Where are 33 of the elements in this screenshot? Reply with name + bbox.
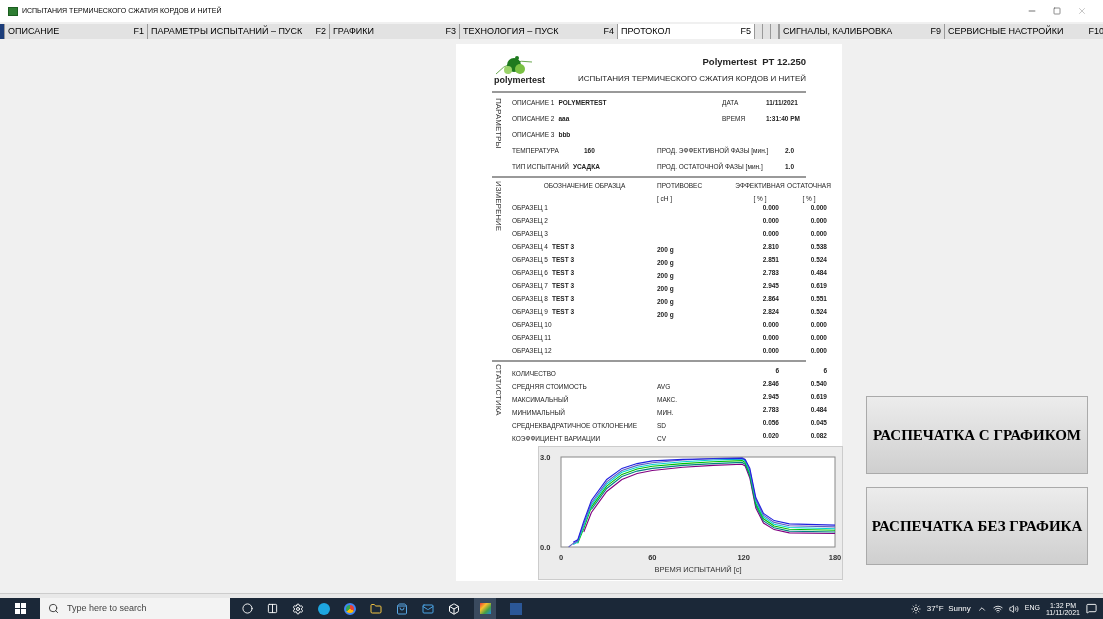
task-view-icon[interactable] xyxy=(267,603,278,614)
weather-icon xyxy=(910,603,921,614)
print-button[interactable]: РАСПЕЧАТКА БЕЗ ГРАФИКА xyxy=(866,487,1088,565)
search-icon xyxy=(48,603,59,614)
logo-icon xyxy=(494,54,534,76)
folder-icon[interactable] xyxy=(370,602,382,615)
notification-icon[interactable] xyxy=(1086,603,1097,614)
tab[interactable]: ПРОТОКОЛ F5 xyxy=(617,24,754,39)
cube-icon[interactable] xyxy=(448,602,460,615)
tab[interactable]: ПАРАМЕТРЫ ИСПЫТАНИЙ – ПУСК F2 xyxy=(147,24,329,39)
tab[interactable]: СЕРВИСНЫЕ НАСТРОЙКИ F10 xyxy=(944,24,1103,39)
brand-name: polymertest xyxy=(494,76,546,85)
section-side-label: СТАТИСТИКА xyxy=(494,364,502,418)
model-title: Polymertest PT 12.250 xyxy=(702,54,806,69)
app-icon xyxy=(8,6,18,16)
print-button[interactable]: РАСПЕЧАТКА С ГРАФИКОМ xyxy=(866,396,1088,474)
circle-icon[interactable] xyxy=(242,603,253,614)
app-taskbar-icon[interactable] xyxy=(474,598,496,619)
report-title: ИСПЫТАНИЯ ТЕРМИЧЕСКОГО СЖАТИЯ КОРДОВ И НИТЕЙ xyxy=(577,73,806,85)
settings-icon[interactable] xyxy=(292,602,304,615)
tab[interactable]: ТЕХНОЛОГИЯ – ПУСК F4 xyxy=(459,24,617,39)
volume-icon[interactable] xyxy=(1008,603,1019,614)
weather-text[interactable]: 37°F Sunny xyxy=(926,602,971,615)
tab[interactable]: СИГНАЛЫ, КАЛИБРОВКА F9 xyxy=(779,24,944,39)
section-side-label: ПАРАМЕТРЫ xyxy=(494,98,502,151)
store-icon[interactable] xyxy=(396,602,408,615)
windows-icon xyxy=(14,603,26,614)
mail-icon[interactable] xyxy=(422,602,434,615)
network-icon[interactable] xyxy=(992,603,1003,614)
tab[interactable]: ГРАФИКИ F3 xyxy=(329,24,459,39)
tab[interactable]: ОПИСАНИЕ F1 xyxy=(4,24,147,39)
taskbar-search-field[interactable]: Type here to search xyxy=(40,598,230,619)
section-side-label: ИЗМЕРЕНИЕ xyxy=(494,181,502,234)
